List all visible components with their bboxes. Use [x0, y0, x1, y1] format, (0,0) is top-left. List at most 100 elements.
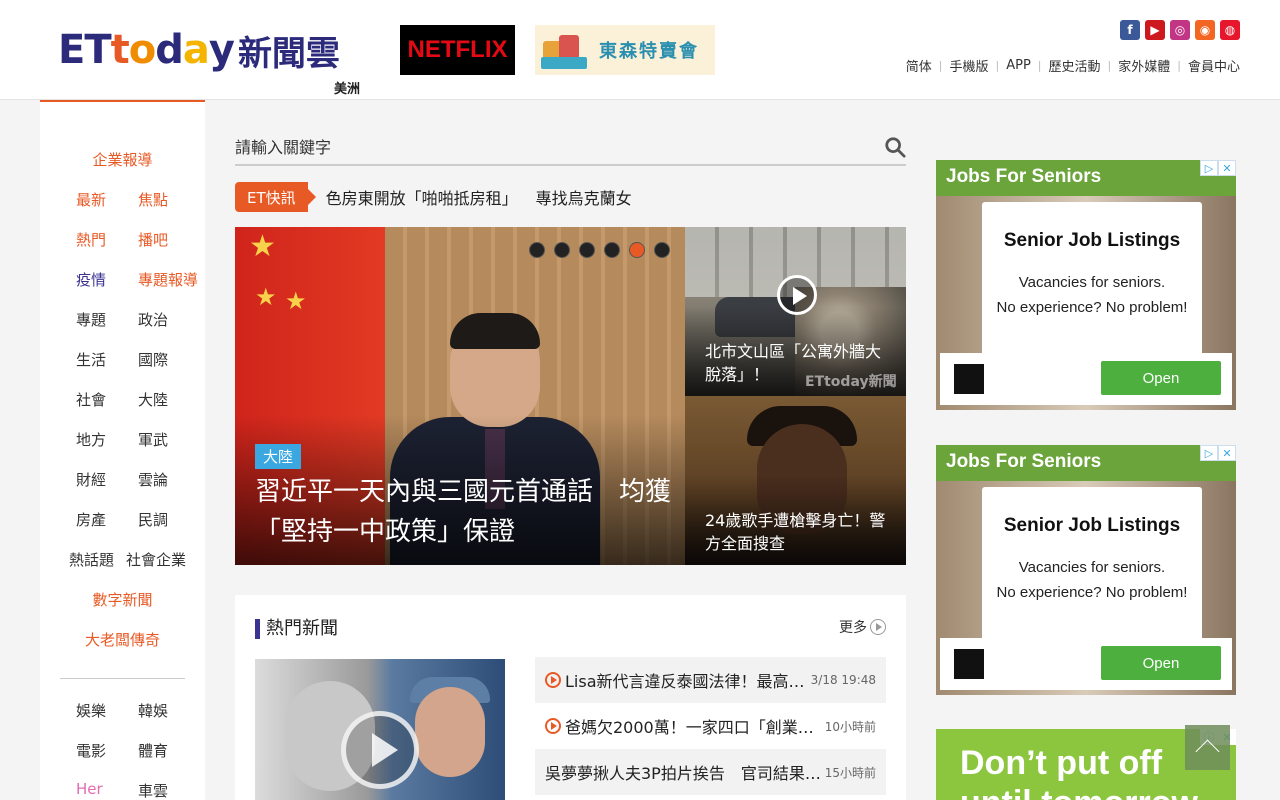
side-story[interactable]: ETtoday新聞 北市文山區「公寓外牆大脫落」！: [685, 227, 906, 396]
weibo-icon[interactable]: ◍: [1220, 20, 1240, 40]
instagram-icon[interactable]: ◎: [1170, 20, 1190, 40]
carousel-dot[interactable]: [604, 242, 620, 258]
flash-tag: ET快訊: [235, 182, 316, 212]
nav-korean-ent[interactable]: 韓娛: [138, 700, 168, 721]
nav-latest[interactable]: 最新: [76, 189, 106, 210]
nav-local[interactable]: 地方: [76, 429, 106, 450]
nav-her[interactable]: Her: [76, 780, 103, 798]
list-item-time: 10小時前: [824, 719, 876, 734]
nav-military[interactable]: 軍武: [138, 429, 168, 450]
close-icon[interactable]: ✕: [1218, 160, 1236, 176]
side-story-title[interactable]: 24歲歌手遭槍擊身亡！警方全面搜查: [705, 509, 895, 555]
hero-title[interactable]: 習近平一天內與三國元首通話 均獲「堅持一中政策」保證: [255, 472, 675, 552]
close-icon[interactable]: ✕: [1218, 445, 1236, 461]
carousel-dot[interactable]: [529, 242, 545, 258]
nav-special-reports[interactable]: 專題報導: [138, 269, 198, 290]
nav-polls[interactable]: 民調: [138, 509, 168, 530]
hero-slide[interactable]: ★ ★ ★ 大陸 習近平一天內與三國元首通話 均獲「堅持一中政策」保證: [235, 227, 685, 565]
carousel-dot[interactable]: [554, 242, 570, 258]
search-icon[interactable]: [884, 136, 906, 158]
nav-corporate-reports[interactable]: 企業報導: [40, 149, 205, 170]
nav-broadcast[interactable]: 播吧: [138, 229, 168, 250]
ad-footer: Open: [940, 353, 1232, 405]
list-item[interactable]: Lisa新代言違反泰國法律！最高「罰40萬」 3/18 19:48: [535, 657, 886, 703]
nav-social-enterprise[interactable]: 社會企業: [126, 549, 186, 570]
carousel-dot[interactable]: [579, 242, 595, 258]
carousel-dot-active[interactable]: [629, 242, 645, 258]
hot-news-section: 熱門新聞 更多 Lisa新代言違反泰國法律！最高「罰40萬」 3/18 19:4…: [235, 595, 906, 800]
ad-open-button[interactable]: Open: [1101, 361, 1221, 395]
link-app[interactable]: APP: [1006, 58, 1031, 73]
side-story[interactable]: 24歲歌手遭槍擊身亡！警方全面搜查: [685, 396, 906, 565]
nav-opinion[interactable]: 雲論: [138, 469, 168, 490]
list-item-time: 3/18 19:48: [810, 673, 876, 687]
nav-focus[interactable]: 焦點: [138, 189, 168, 210]
nav-mainland[interactable]: 大陸: [138, 389, 168, 410]
nav-digital-news[interactable]: 數字新聞: [40, 589, 205, 610]
play-icon[interactable]: [341, 711, 419, 789]
facebook-icon[interactable]: f: [1120, 20, 1140, 40]
more-link[interactable]: 更多: [839, 617, 886, 637]
youtube-icon[interactable]: ▶: [1145, 20, 1165, 40]
nav-society[interactable]: 社會: [76, 389, 106, 410]
nav-pandemic[interactable]: 疫情: [76, 269, 106, 290]
list-item-title[interactable]: 爸媽欠2000萬！一家四口「創業賣車輪餅」: [565, 714, 823, 738]
nav-politics[interactable]: 政治: [138, 309, 168, 330]
nav-life[interactable]: 生活: [76, 349, 106, 370]
ad-open-button[interactable]: Open: [1101, 646, 1221, 680]
ad-jobs-for-seniors[interactable]: Jobs For Seniors ▷ ✕ Senior Job Listings …: [936, 445, 1236, 695]
side-story-title[interactable]: 北市文山區「公寓外牆大脫落」！: [705, 340, 895, 386]
more-label: 更多: [839, 620, 867, 636]
nav-boss-legends[interactable]: 大老闆傳奇: [40, 629, 205, 650]
nav-sports[interactable]: 體育: [138, 740, 168, 761]
carousel-dots: [529, 242, 670, 258]
ad-choices[interactable]: ▷ ✕: [1200, 445, 1236, 461]
nav-divider: [60, 678, 185, 679]
site-logo[interactable]: ET t o d a y 新聞雲: [58, 24, 340, 76]
ad-line: until tomorrow: [960, 784, 1198, 800]
nav-international[interactable]: 國際: [138, 349, 168, 370]
nav-finance[interactable]: 財經: [76, 469, 106, 490]
list-item[interactable]: 吳夢夢揪人夫3P拍片挨告 官司結果出爐 15小時前: [535, 749, 886, 795]
video-icon: [545, 718, 561, 734]
link-outdoor-media[interactable]: 家外媒體: [1118, 56, 1170, 75]
carousel-dot[interactable]: [654, 242, 670, 258]
ad-jobs-for-seniors[interactable]: Jobs For Seniors ▷ ✕ Senior Job Listings …: [936, 160, 1236, 410]
adchoices-icon[interactable]: ▷: [1200, 160, 1218, 176]
ad-line: Don’t put off: [960, 744, 1163, 782]
nav-popular[interactable]: 熱門: [76, 229, 106, 250]
list-item-title[interactable]: 吳夢夢揪人夫3P拍片挨告 官司結果出爐: [545, 760, 823, 784]
ad-card-line: Vacancies for seniors.: [1018, 559, 1166, 576]
play-icon[interactable]: [777, 275, 817, 315]
ad-choices[interactable]: ▷ ✕: [1200, 160, 1236, 176]
flash-item[interactable]: 專找烏克蘭女: [536, 185, 632, 209]
hero-category-badge[interactable]: 大陸: [255, 444, 302, 469]
adchoices-icon[interactable]: ▷: [1200, 445, 1218, 461]
ad-card-title: Senior Job Listings: [1003, 230, 1181, 251]
advertiser-logo: [954, 649, 984, 679]
ad-card-line: No experience? No problem!: [996, 299, 1188, 316]
nav-movies[interactable]: 電影: [76, 740, 106, 761]
list-item-title[interactable]: Lisa新代言違反泰國法律！最高「罰40萬」: [565, 668, 809, 692]
link-history-events[interactable]: 歷史活動: [1049, 56, 1101, 75]
hot-news-thumbnail[interactable]: [255, 659, 505, 800]
shopping-bag-icon: [537, 27, 591, 73]
store-ad-banner[interactable]: 東森特賣會: [535, 25, 715, 75]
flash-item[interactable]: 色房東開放「啪啪抵房租」: [326, 185, 518, 209]
nav-topics[interactable]: 專題: [76, 309, 106, 330]
top-links: 简体 | 手機版 | APP | 歷史活動 | 家外媒體 | 會員中心: [906, 56, 1240, 75]
nav-real-estate[interactable]: 房產: [76, 509, 106, 530]
link-member-center[interactable]: 會員中心: [1188, 56, 1240, 75]
netflix-ad-banner[interactable]: NETFLIX: [400, 25, 515, 75]
nav-cars[interactable]: 車雲: [138, 780, 168, 800]
region-label: 美洲: [334, 82, 361, 97]
nav-hot-topics[interactable]: 熱話題: [69, 549, 114, 570]
rss-icon[interactable]: ◉: [1195, 20, 1215, 40]
nav-entertainment[interactable]: 娛樂: [76, 700, 106, 721]
link-simplified[interactable]: 简体: [906, 56, 932, 75]
back-to-top-button[interactable]: [1185, 725, 1230, 770]
link-mobile[interactable]: 手機版: [949, 56, 988, 75]
search-input[interactable]: [235, 130, 835, 164]
list-item[interactable]: 爸媽欠2000萬！一家四口「創業賣車輪餅」 10小時前: [535, 703, 886, 749]
site-header: ET t o d a y 新聞雲 美洲 NETFLIX 東森特賣會 f ▶ ◎ ◉ ◍ 简体…: [0, 0, 1280, 100]
